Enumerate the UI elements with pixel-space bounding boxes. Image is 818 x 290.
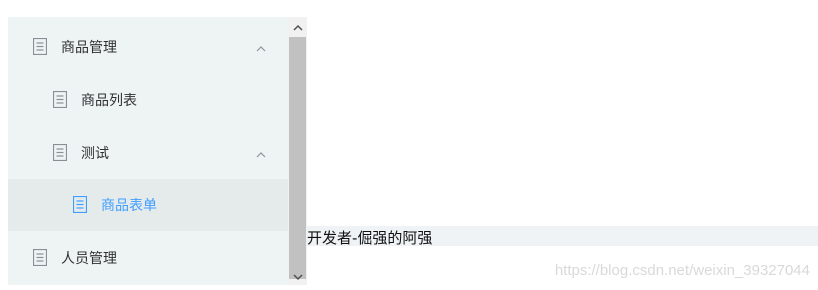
scroll-up-button[interactable]	[288, 17, 307, 36]
submenu-test[interactable]: 测试	[8, 127, 288, 179]
menu-label: 人员管理	[61, 251, 117, 267]
watermark: https://blog.csdn.net/weixin_39327044	[554, 262, 810, 279]
scroll-thumb[interactable]	[289, 37, 306, 279]
document-icon	[73, 196, 87, 213]
submenu-product-management[interactable]: 商品管理	[8, 21, 288, 73]
menu-label: 商品表单	[101, 198, 157, 214]
chevron-up-icon	[292, 17, 303, 36]
sidebar-scrollbar[interactable]	[288, 17, 307, 285]
menu-label: 测试	[81, 146, 109, 162]
chevron-down-icon	[292, 266, 303, 285]
scroll-down-button[interactable]	[288, 266, 307, 285]
document-icon	[33, 249, 47, 266]
chevron-up-icon	[256, 42, 266, 52]
document-icon	[53, 144, 67, 161]
chevron-up-icon	[256, 148, 266, 158]
document-icon	[33, 38, 47, 55]
menu-label: 商品列表	[81, 93, 137, 109]
sidebar-menu: 商品管理 商品列表 测试 商品表单 人员管理	[8, 17, 288, 285]
developer-credit-text: 开发者-倔强的阿强	[307, 229, 433, 247]
document-icon	[53, 91, 67, 108]
menu-item-product-form[interactable]: 商品表单	[8, 179, 288, 231]
menu-label: 商品管理	[61, 40, 117, 56]
submenu-staff-management[interactable]: 人员管理	[8, 232, 288, 284]
menu-item-product-list[interactable]: 商品列表	[8, 74, 288, 126]
